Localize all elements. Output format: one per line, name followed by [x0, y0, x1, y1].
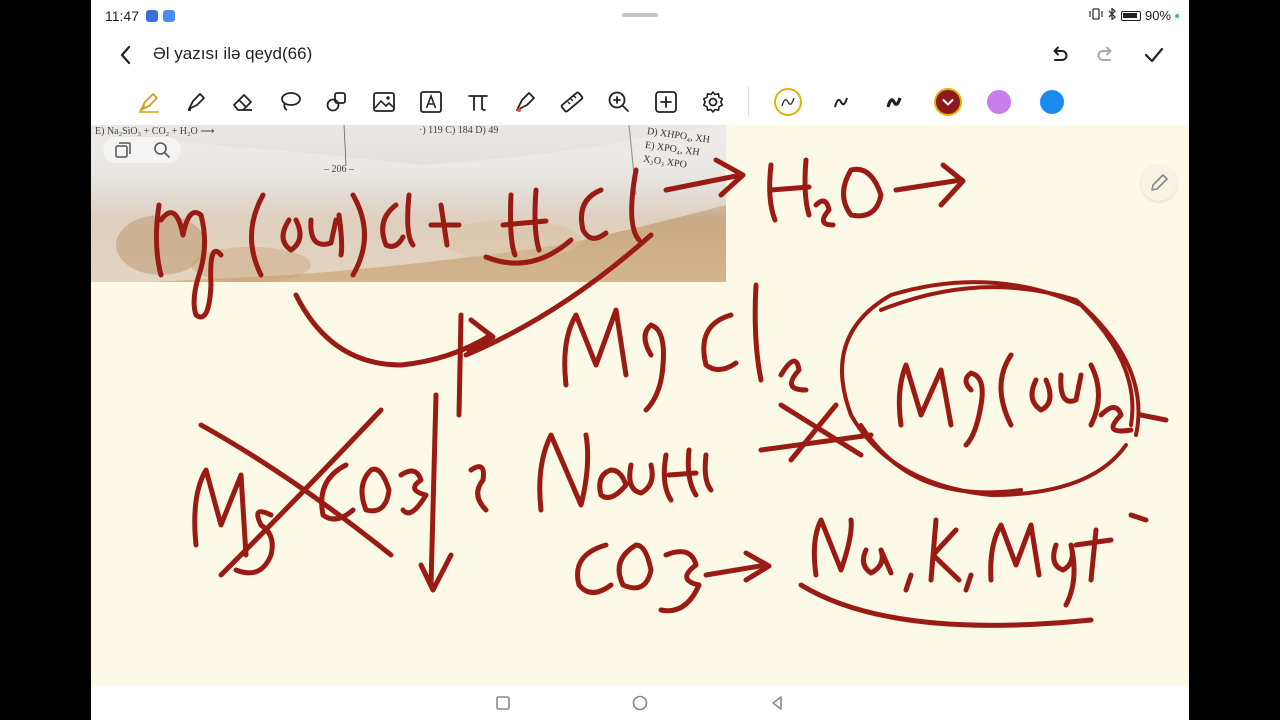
undo-icon [1053, 46, 1068, 61]
undo-button[interactable] [1046, 42, 1072, 68]
done-button[interactable] [1141, 42, 1167, 68]
recents-icon [496, 696, 510, 710]
laser-pointer-icon [516, 92, 535, 112]
ink-stroke-arrow-h2o [893, 162, 966, 208]
ruler-tool[interactable] [558, 88, 586, 116]
battery-icon [1120, 10, 1141, 21]
shape-tool[interactable] [323, 88, 351, 116]
highlighter-icon [188, 93, 205, 111]
edit-button[interactable] [1141, 165, 1177, 201]
pen-bold-slot[interactable] [880, 88, 908, 116]
color-swatch-selected[interactable] [934, 88, 962, 116]
ink-stroke-connector [293, 292, 496, 368]
recents-button[interactable] [494, 694, 512, 712]
zoom-icon [608, 91, 629, 112]
ink-stroke-arrow-co3 [703, 550, 772, 583]
pencil-icon [1151, 174, 1168, 191]
ink-stroke-mgco3 [192, 467, 275, 576]
shape-icon [326, 92, 346, 112]
zoom-tool[interactable] [605, 88, 633, 116]
ink-stroke-h2o [767, 157, 884, 228]
text-box-tool[interactable] [417, 88, 445, 116]
redo-button[interactable] [1093, 42, 1119, 68]
eraser-tool[interactable] [229, 88, 257, 116]
status-bar: 11:47 90% [91, 0, 1189, 32]
pen-thin-slot[interactable] [774, 88, 802, 116]
back-nav-button[interactable] [768, 694, 786, 712]
status-right: 90% [1089, 7, 1179, 23]
redo-icon [1097, 46, 1112, 61]
charging-dot [1175, 13, 1179, 18]
settings-icon [702, 91, 724, 113]
mail-icon [163, 10, 175, 22]
note-title: Əl yazısı ilə qeyd(66) [153, 44, 313, 63]
home-button[interactable] [631, 694, 649, 712]
ruler-icon [560, 91, 584, 113]
ink-stroke-vertical [456, 312, 464, 418]
app-screen: 11:47 90% Əl yazısı ilə qeyd(66) E) Na₂S… [91, 0, 1189, 720]
back-button[interactable] [115, 42, 137, 68]
back-nav-icon [772, 696, 782, 710]
ink-stroke-na-k-mg [811, 512, 1149, 608]
ink-stroke-arrow-top [663, 157, 746, 198]
chevron-down-icon [942, 99, 954, 106]
laser-pointer-tool[interactable] [511, 88, 539, 116]
eraser-icon [233, 94, 252, 111]
ink-stroke-mgoh2 [896, 352, 1134, 448]
lasso-tool[interactable] [276, 88, 304, 116]
toolbar-divider [748, 86, 749, 116]
ink-stroke-underline [798, 582, 1094, 628]
formula-icon [468, 95, 488, 111]
image-tool[interactable] [370, 88, 398, 116]
ink-stroke-plus-2 [468, 464, 489, 513]
battery-level: 90% [1144, 8, 1171, 23]
vibrate-icon [1089, 8, 1103, 23]
chevron-left-icon [120, 45, 131, 65]
ink-stroke-paren-1 [249, 192, 266, 278]
pen-medium-icon [834, 97, 848, 108]
ink-stroke-oh [280, 212, 345, 258]
status-time: 11:47 [105, 8, 139, 24]
window-grabber[interactable] [622, 13, 658, 17]
handwriting-layer [153, 157, 1169, 628]
formula-tool[interactable] [464, 88, 492, 116]
pen-medium-slot[interactable] [827, 88, 855, 116]
app-notification-icon [146, 10, 158, 22]
pen-thin-icon [781, 97, 795, 107]
text-box-icon [420, 91, 442, 113]
ink-stroke-naoh [537, 432, 714, 513]
ink-stroke-under-h [483, 237, 574, 266]
ink-stroke-plus-1 [428, 202, 462, 248]
bluetooth-icon [1107, 7, 1117, 23]
ink-stroke-paren-2 [350, 192, 367, 278]
fountain-pen-tool[interactable] [135, 88, 163, 116]
lasso-icon [281, 92, 301, 111]
ink-stroke-mgcl2 [562, 282, 809, 413]
drawing-toolbar [91, 80, 1189, 124]
highlighter-tool[interactable] [182, 88, 210, 116]
title-bar: Əl yazısı ilə qeyd(66) [91, 32, 1189, 78]
image-icon [373, 92, 395, 112]
color-swatch-purple[interactable] [987, 90, 1011, 114]
ink-stroke-mg-1 [153, 202, 224, 320]
color-swatch-blue[interactable] [1040, 90, 1064, 114]
settings-tool[interactable] [699, 88, 727, 116]
add-tool[interactable] [652, 88, 680, 116]
home-icon [632, 695, 648, 711]
ink-stroke-circle [840, 280, 1141, 497]
system-nav-bar [91, 685, 1189, 720]
add-icon [655, 91, 677, 113]
fountain-pen-icon [139, 93, 159, 113]
pen-bold-icon [886, 97, 902, 108]
ink-stroke-co3-2 [575, 542, 702, 614]
ink-stroke-cl-1 [380, 192, 416, 249]
check-icon [1144, 47, 1164, 63]
note-canvas[interactable]: E) Na₂SiO₃ + CO₂ + H₂O ⟶ ·) 119 C) 184 D… [91, 125, 1189, 685]
